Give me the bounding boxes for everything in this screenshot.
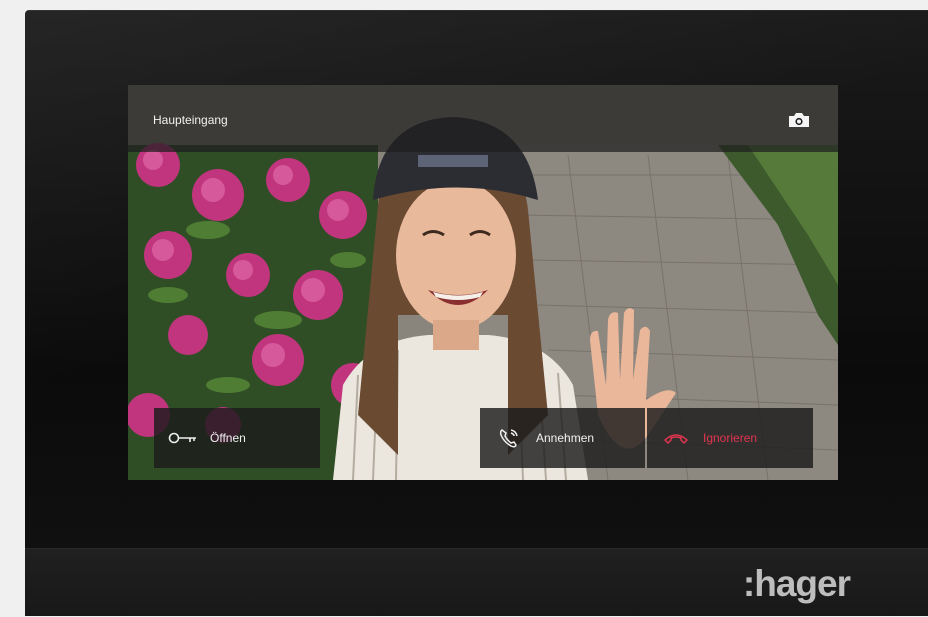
ignore-call-button[interactable]: Ignorieren (647, 408, 813, 468)
video-screen: Haupteingang Öffnen Annehmen Ignorieren (128, 85, 838, 480)
key-icon-wrap (168, 428, 198, 448)
key-icon (168, 432, 196, 444)
accept-call-label: Annehmen (536, 431, 595, 445)
phone-ringing-icon (499, 429, 518, 448)
hangup-icon-wrap (661, 428, 691, 448)
brand-logo: :hager (742, 563, 851, 604)
screen-header: Haupteingang (128, 85, 838, 152)
ignore-call-label: Ignorieren (703, 431, 758, 445)
device-bottom-bar: :hager (25, 548, 928, 616)
camera-location-title: Haupteingang (153, 113, 228, 127)
snapshot-button[interactable] (786, 109, 812, 131)
phone-icon-wrap (494, 428, 524, 448)
hang-up-icon (663, 434, 689, 445)
intercom-device: Haupteingang Öffnen Annehmen Ignorieren … (25, 10, 928, 616)
camera-icon (789, 113, 809, 127)
open-door-button[interactable]: Öffnen (154, 408, 320, 468)
open-door-label: Öffnen (210, 431, 246, 445)
accept-call-button[interactable]: Annehmen (480, 408, 645, 468)
